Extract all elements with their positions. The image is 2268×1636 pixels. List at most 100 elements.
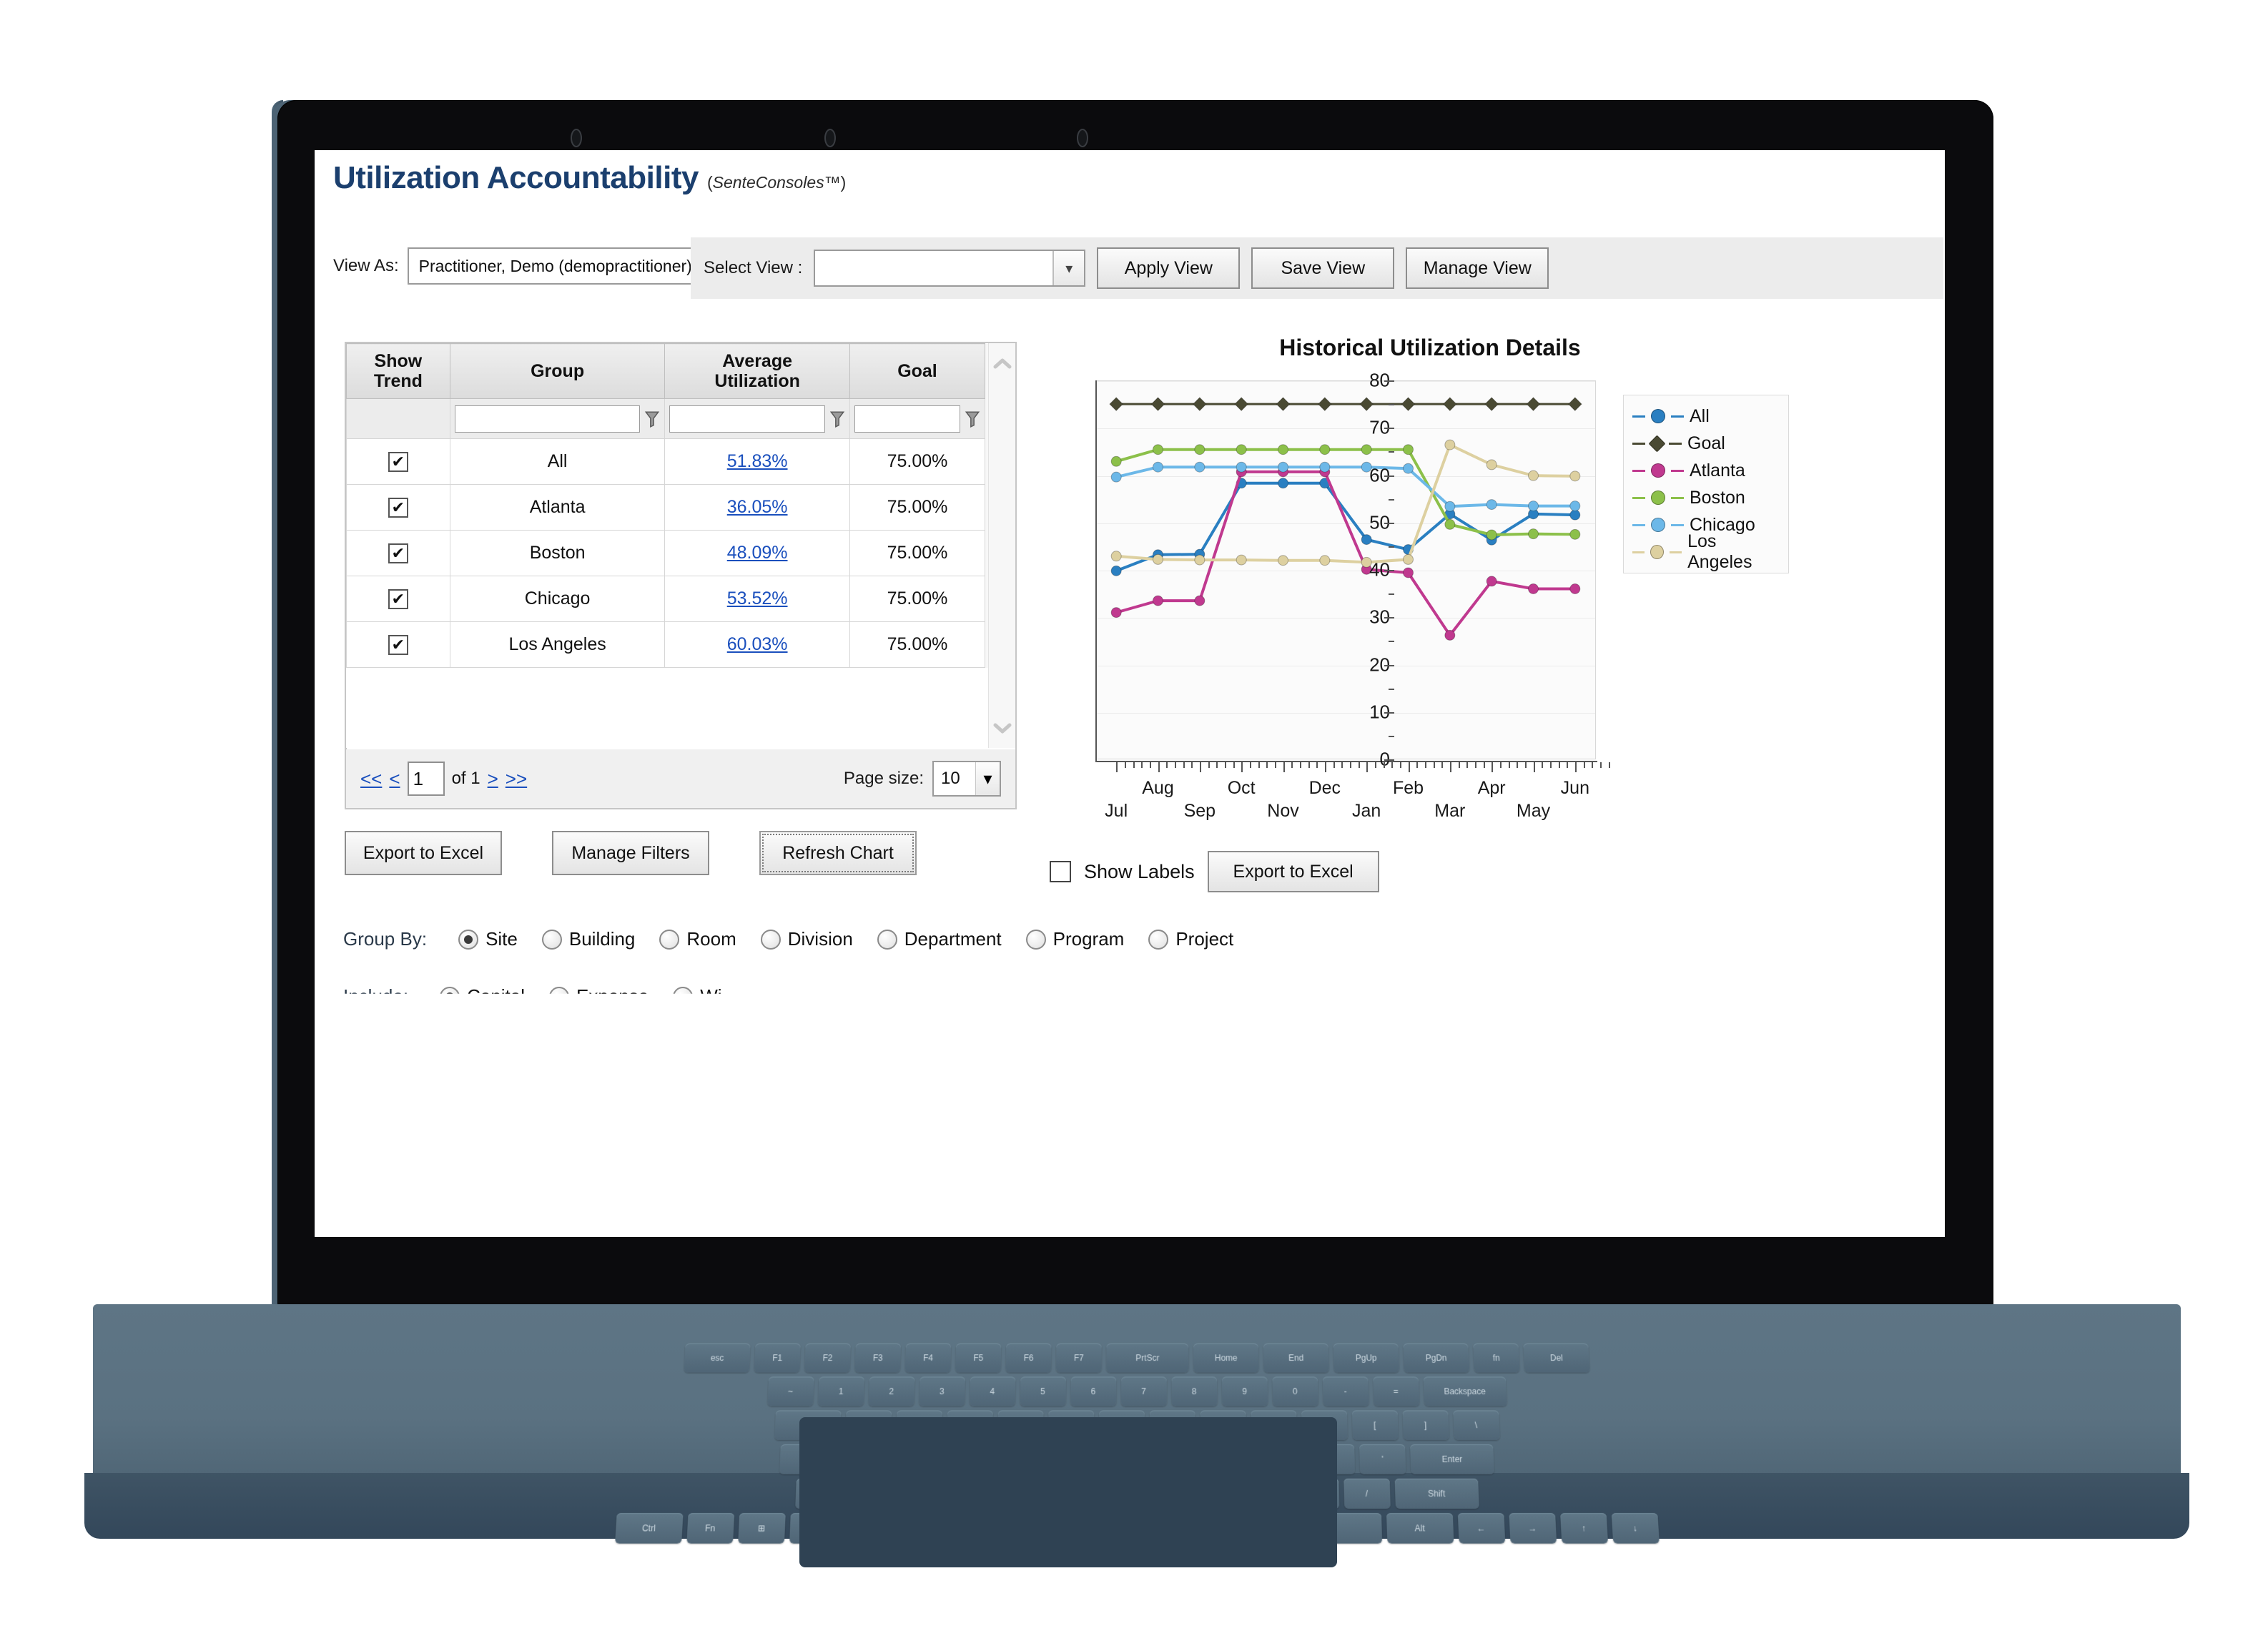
radio-icon[interactable] bbox=[877, 929, 897, 950]
cell-average-utilization: 48.09% bbox=[664, 530, 850, 576]
group-by-option-program[interactable]: Program bbox=[1025, 928, 1124, 950]
table-scrollbar[interactable] bbox=[988, 343, 1015, 748]
cell-average-utilization: 51.83% bbox=[664, 438, 850, 485]
chart-x-tick-minor bbox=[1433, 762, 1435, 768]
average-utilization-link[interactable]: 53.52% bbox=[727, 588, 788, 608]
legend-marker-icon bbox=[1651, 463, 1665, 478]
chart-x-tick bbox=[1158, 762, 1160, 772]
legend-label: Boston bbox=[1690, 487, 1745, 508]
average-utilization-link[interactable]: 51.83% bbox=[727, 451, 788, 471]
show-trend-checkbox[interactable]: ✔ bbox=[388, 635, 408, 655]
legend-item-boston[interactable]: Boston bbox=[1632, 484, 1780, 511]
select-view-value bbox=[815, 251, 1052, 285]
include-option-capital[interactable]: Capital bbox=[440, 985, 525, 994]
show-trend-checkbox[interactable]: ✔ bbox=[388, 543, 408, 563]
filter-cell-average bbox=[664, 398, 850, 439]
include-option-wi[interactable]: Wi bbox=[673, 985, 722, 994]
filter-input-average-utilization[interactable] bbox=[669, 405, 825, 433]
chart-marker bbox=[1110, 607, 1122, 619]
legend-item-goal[interactable]: Goal bbox=[1632, 430, 1780, 457]
radio-icon[interactable] bbox=[760, 929, 781, 950]
show-trend-checkbox[interactable]: ✔ bbox=[388, 498, 408, 518]
col-average-utilization[interactable]: Average Utilization bbox=[664, 343, 850, 399]
radio-icon[interactable] bbox=[673, 986, 694, 994]
refresh-chart-button[interactable]: Refresh Chart bbox=[759, 831, 917, 875]
legend-item-all[interactable]: All bbox=[1632, 403, 1780, 430]
average-utilization-link[interactable]: 60.03% bbox=[727, 634, 788, 654]
chart-marker bbox=[1109, 397, 1124, 412]
radio-icon[interactable] bbox=[1148, 929, 1169, 950]
legend-item-atlanta[interactable]: Atlanta bbox=[1632, 457, 1780, 484]
show-trend-checkbox[interactable]: ✔ bbox=[388, 589, 408, 609]
manage-filters-button[interactable]: Manage Filters bbox=[552, 831, 709, 875]
keyboard-key: ~ bbox=[766, 1376, 814, 1406]
app-page: Utilization Accountability (SenteConsoles… bbox=[315, 150, 1945, 1237]
page-size-select[interactable]: 10 ▾ bbox=[932, 761, 1001, 797]
pager-first-link[interactable]: << bbox=[360, 768, 382, 790]
chart-marker bbox=[1403, 553, 1414, 565]
page-title: Utilization Accountability (SenteConsoles… bbox=[333, 160, 846, 196]
chart-x-tick-label: Mar bbox=[1434, 801, 1466, 821]
laptop-mockup: Utilization Accountability (SenteConsoles… bbox=[0, 0, 2268, 1636]
chart-x-tick-minor bbox=[1499, 762, 1502, 768]
pager-prev-link[interactable]: < bbox=[389, 768, 400, 790]
radio-icon[interactable] bbox=[1025, 929, 1046, 950]
table-row: ✔ Atlanta 36.05% 75.00% bbox=[346, 484, 1015, 531]
apply-view-button[interactable]: Apply View bbox=[1097, 247, 1241, 289]
average-utilization-link[interactable]: 48.09% bbox=[727, 543, 788, 563]
table-row: ✔ Chicago 53.52% 75.00% bbox=[346, 576, 1015, 622]
col-show-trend[interactable]: Show Trend bbox=[346, 343, 450, 399]
brand-sente: Sente bbox=[712, 173, 756, 192]
radio-icon[interactable] bbox=[549, 986, 570, 994]
save-view-button[interactable]: Save View bbox=[1251, 247, 1395, 289]
select-view-combobox[interactable]: ▾ bbox=[814, 250, 1086, 287]
radio-icon[interactable] bbox=[440, 986, 460, 994]
filter-funnel-icon[interactable] bbox=[644, 410, 660, 428]
chart-x-tick-minor bbox=[1517, 762, 1519, 768]
group-by-option-division[interactable]: Division bbox=[760, 928, 853, 950]
pager-page-input[interactable]: 1 bbox=[407, 762, 445, 796]
show-trend-checkbox[interactable]: ✔ bbox=[388, 452, 408, 472]
chart-x-tick-minor bbox=[1599, 762, 1602, 768]
filter-cell-group bbox=[449, 398, 666, 439]
chart-marker bbox=[1442, 397, 1457, 412]
cell-show-trend: ✔ bbox=[346, 484, 450, 531]
utilization-table: Show Trend Group Average Utilization Goa… bbox=[345, 342, 1017, 789]
table-row: ✔ Los Angeles 60.03% 75.00% bbox=[346, 621, 1015, 668]
app-subtitle: (SenteConsoles™) bbox=[707, 173, 846, 192]
keyboard-row: ~1 2 3 4 5 6 7 8 9 0- = Backspace bbox=[311, 1376, 1963, 1406]
filter-funnel-icon[interactable] bbox=[829, 410, 845, 428]
scroll-down-icon[interactable] bbox=[989, 712, 1016, 744]
filter-input-group[interactable] bbox=[454, 405, 641, 433]
export-to-excel-button[interactable]: Export to Excel bbox=[345, 831, 502, 875]
group-by-option-label: Room bbox=[686, 928, 736, 950]
radio-icon[interactable] bbox=[541, 929, 562, 950]
group-by-option-site[interactable]: Site bbox=[458, 928, 518, 950]
group-by-option-room[interactable]: Room bbox=[659, 928, 736, 950]
col-group[interactable]: Group bbox=[449, 343, 666, 399]
filter-funnel-icon[interactable] bbox=[965, 410, 980, 428]
include-option-expense[interactable]: Expense bbox=[549, 985, 649, 994]
cell-goal: 75.00% bbox=[849, 438, 986, 485]
keyboard-row: esc F1 F2 F3 F4 F5 F6 F7 PrtScr Home End PgUp PgDn fn… bbox=[315, 1343, 1959, 1373]
manage-view-button[interactable]: Manage View bbox=[1406, 247, 1549, 289]
radio-icon[interactable] bbox=[659, 929, 680, 950]
filter-input-goal[interactable] bbox=[854, 405, 961, 433]
legend-marker-icon bbox=[1651, 491, 1665, 505]
legend-item-los-angeles[interactable]: Los Angeles bbox=[1632, 531, 1780, 572]
chart-x-tick-label: Dec bbox=[1308, 778, 1341, 798]
average-utilization-link[interactable]: 36.05% bbox=[727, 497, 788, 517]
chart-x-tick-minor bbox=[1474, 762, 1476, 768]
cell-show-trend: ✔ bbox=[346, 438, 450, 485]
group-by-option-project[interactable]: Project bbox=[1148, 928, 1233, 950]
keyboard-key: F6 bbox=[1005, 1343, 1052, 1373]
radio-icon[interactable] bbox=[458, 929, 479, 950]
chart-export-to-excel-button[interactable]: Export to Excel bbox=[1207, 851, 1379, 892]
show-labels-checkbox[interactable] bbox=[1050, 861, 1071, 882]
pager-last-link[interactable]: >> bbox=[506, 768, 527, 790]
chart-marker bbox=[1194, 444, 1206, 455]
pager-next-link[interactable]: > bbox=[488, 768, 498, 790]
group-by-option-department[interactable]: Department bbox=[877, 928, 1002, 950]
view-as-select[interactable]: Practitioner, Demo (demopractitioner) ▾ bbox=[407, 247, 735, 285]
group-by-option-building[interactable]: Building bbox=[541, 928, 635, 950]
